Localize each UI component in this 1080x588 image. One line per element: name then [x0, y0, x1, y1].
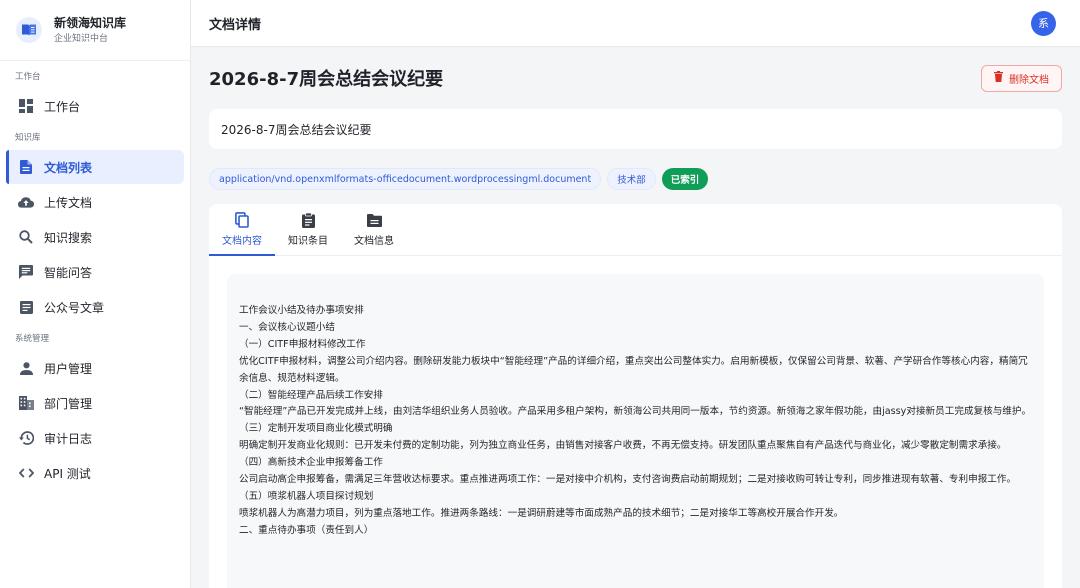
page-title: 文档详情 — [209, 17, 262, 33]
content-line: 工作会议小结及待办事项安排 — [239, 305, 364, 316]
sidebar-item-label: 知识搜索 — [44, 230, 93, 245]
department-tag: 技术部 — [607, 168, 656, 190]
sidebar-item-documents[interactable]: 文档列表 — [6, 150, 184, 184]
tab-knowledge-items[interactable]: 知识条目 — [275, 204, 341, 255]
tab-document-info[interactable]: 文档信息 — [341, 204, 407, 255]
brand[interactable]: 新领海知识库 企业知识中台 — [0, 0, 190, 61]
content-line: 二、重点待办事项（责任到人） — [239, 524, 374, 536]
content-line: （五）喷浆机器人项目探讨规划 — [239, 490, 374, 502]
tab-label: 知识条目 — [288, 236, 328, 247]
book-icon — [16, 17, 42, 43]
status-badge: 已索引 — [661, 168, 709, 190]
document-card: 文档内容 知识条目 文档信息 工作会议小结及待办事项安排 一、会议核心议题小结 … — [209, 204, 1062, 588]
sidebar-item-departments[interactable]: 部门管理 — [6, 386, 184, 420]
delete-label: 删除文档 — [1009, 74, 1049, 86]
tab-label: 文档信息 — [354, 236, 394, 247]
content-line: 公司启动高企申报筹备，需满足三年营收达标要求。重点推进两项工作：一是对接中介机构… — [239, 474, 1017, 486]
article-icon — [18, 299, 34, 315]
sidebar: 新领海知识库 企业知识中台 工作台 工作台 知识库 文档列表 上传文档 知识搜索 — [0, 0, 191, 588]
history-icon — [18, 430, 34, 446]
user-icon — [18, 360, 34, 376]
copy-icon — [234, 212, 250, 228]
code-icon — [18, 465, 34, 481]
sidebar-item-label: API 测试 — [44, 466, 91, 481]
brand-title: 新领海知识库 — [54, 15, 127, 30]
search-icon — [18, 229, 34, 245]
content-line: 喷浆机器人为高潜力项目，列为重点落地工作。推进两条路线：一是调研蔚建等市面成熟产… — [239, 507, 844, 519]
document-content: 工作会议小结及待办事项安排 一、会议核心议题小结 （一）CITF申报材料修改工作… — [227, 274, 1044, 588]
tab-content[interactable]: 文档内容 — [209, 204, 275, 256]
content-line: 优化CITF申报材料，调整公司介绍内容。删除研发能力板块中“智能经理”产品的详细… — [239, 355, 1028, 384]
section-label-knowledge: 知识库 — [15, 133, 41, 143]
brand-subtitle: 企业知识中台 — [54, 33, 109, 44]
tag-list: application/vnd.openxmlformats-officedoc… — [209, 149, 1062, 209]
document-name-field[interactable]: 2026-8-7周会总结会议纪要 — [209, 109, 1062, 149]
content-line: “智能经理”产品已开发完成并上线，由刘洁华组织业务人员验收。产品采用多租户架构，… — [239, 406, 1032, 418]
sidebar-item-label: 审计日志 — [44, 431, 93, 446]
section-label-workbench: 工作台 — [15, 72, 41, 82]
topbar: 文档详情 系 — [191, 0, 1080, 47]
sidebar-item-articles[interactable]: 公众号文章 — [6, 290, 184, 324]
avatar[interactable]: 系 — [1031, 10, 1056, 36]
content-line: （二）智能经理产品后续工作安排 — [239, 389, 383, 401]
sidebar-item-users[interactable]: 用户管理 — [6, 351, 184, 385]
sidebar-item-audit[interactable]: 审计日志 — [6, 421, 184, 455]
content-line: （一）CITF申报材料修改工作 — [239, 338, 366, 350]
sidebar-item-qa[interactable]: 智能问答 — [6, 255, 184, 289]
sidebar-item-search[interactable]: 知识搜索 — [6, 220, 184, 254]
building-icon — [18, 395, 34, 411]
sidebar-item-label: 文档列表 — [44, 160, 93, 175]
sidebar-item-label: 工作台 — [44, 99, 81, 114]
sidebar-item-label: 公众号文章 — [44, 300, 105, 315]
content-line: （四）高新技术企业申报筹备工作 — [239, 457, 383, 469]
section-label-system: 系统管理 — [15, 334, 50, 344]
document-title: 2026-8-7周会总结会议纪要 — [209, 69, 444, 90]
dashboard-icon — [18, 98, 34, 114]
sidebar-item-upload[interactable]: 上传文档 — [6, 185, 184, 219]
folder-icon — [366, 212, 382, 228]
sidebar-item-label: 部门管理 — [44, 396, 93, 411]
delete-document-button[interactable]: 删除文档 — [981, 64, 1062, 92]
document-icon — [18, 159, 34, 175]
sidebar-item-label: 上传文档 — [44, 195, 93, 210]
clipboard-icon — [300, 212, 316, 228]
mime-type-tag: application/vnd.openxmlformats-officedoc… — [209, 168, 602, 190]
sidebar-item-label: 用户管理 — [44, 361, 93, 376]
main-content: 2026-8-7周会总结会议纪要 删除文档 2026-8-7周会总结会议纪要 a… — [191, 47, 1080, 588]
cloud-upload-icon — [18, 194, 34, 210]
content-line: 一、会议核心议题小结 — [239, 321, 335, 333]
content-line: 明确定制开发商业化规则：已开发未付费的定制功能，列为独立商业任务，由销售对接客户… — [239, 440, 1007, 452]
sidebar-item-workbench[interactable]: 工作台 — [6, 89, 184, 123]
sidebar-item-api-test[interactable]: API 测试 — [6, 456, 184, 490]
trash-icon — [994, 71, 1003, 85]
tab-label: 文档内容 — [222, 236, 262, 247]
tab-bar: 文档内容 知识条目 文档信息 — [209, 204, 1062, 256]
chat-icon — [18, 264, 34, 280]
content-line: （三）定制开发项目商业化模式明确 — [239, 423, 393, 435]
sidebar-item-label: 智能问答 — [44, 265, 93, 280]
